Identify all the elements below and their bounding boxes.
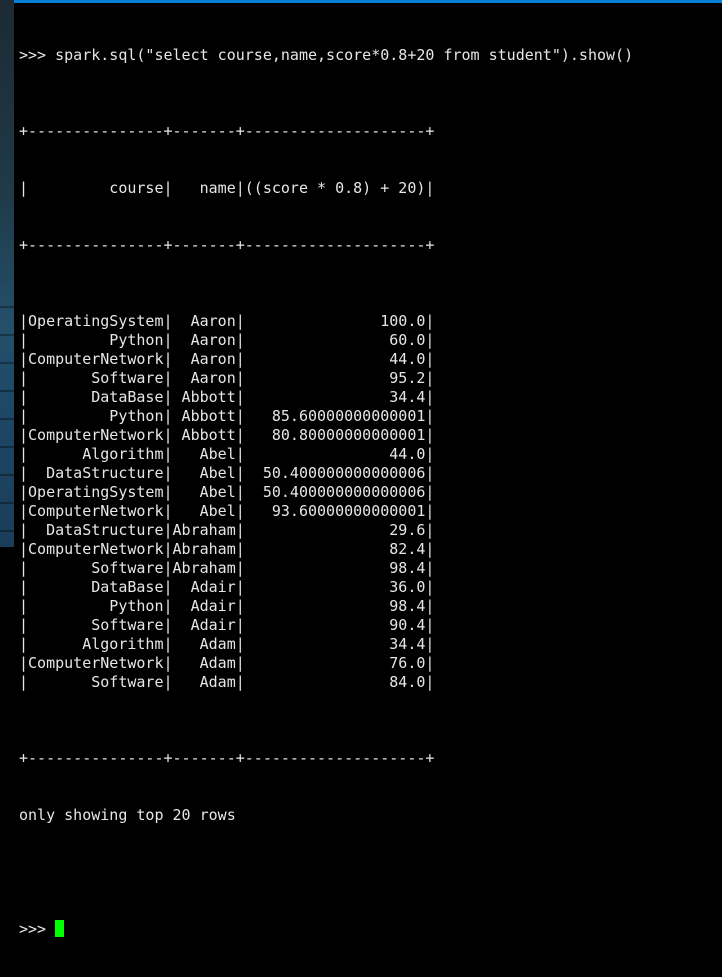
- terminal-window[interactable]: >>> spark.sql("select course,name,score*…: [14, 0, 722, 938]
- window-top-border: [14, 0, 722, 3]
- table-border-top: +---------------+-------+---------------…: [19, 122, 435, 140]
- table-row: | Algorithm| Abel| 44.0|: [19, 445, 435, 463]
- table-row: | Software|Abraham| 98.4|: [19, 559, 435, 577]
- table-row: |OperatingSystem| Aaron| 100.0|: [19, 312, 435, 330]
- terminal-output[interactable]: >>> spark.sql("select course,name,score*…: [19, 8, 719, 977]
- table-row: | Python| Abbott| 85.60000000000001|: [19, 407, 435, 425]
- table-row: | Python| Aaron| 60.0|: [19, 331, 435, 349]
- command-line: >>> spark.sql("select course,name,score*…: [19, 46, 719, 65]
- python-prompt: >>>: [19, 46, 56, 64]
- footer-message: only showing top 20 rows: [19, 806, 236, 824]
- table-header-row: | course| name|((score * 0.8) + 20)|: [19, 179, 435, 197]
- table-row: | Algorithm| Adam| 34.4|: [19, 635, 435, 653]
- table-row: |ComputerNetwork| Abel| 93.6000000000000…: [19, 502, 435, 520]
- table-row: | DataStructure|Abraham| 29.6|: [19, 521, 435, 539]
- table-row: | Software| Adair| 90.4|: [19, 616, 435, 634]
- table-row: |ComputerNetwork| Aaron| 44.0|: [19, 350, 435, 368]
- table-row: |OperatingSystem| Abel| 50.4000000000000…: [19, 483, 435, 501]
- python-prompt: >>>: [19, 920, 56, 938]
- table-row: | Software| Adam| 84.0|: [19, 673, 435, 691]
- table-row: |ComputerNetwork| Adam| 76.0|: [19, 654, 435, 672]
- table-row: | DataStructure| Abel| 50.40000000000000…: [19, 464, 435, 482]
- command-text: spark.sql("select course,name,score*0.8+…: [55, 46, 634, 64]
- table-row: |ComputerNetwork|Abraham| 82.4|: [19, 540, 435, 558]
- table-body: |OperatingSystem| Aaron| 100.0| | Python|…: [19, 312, 719, 692]
- input-line[interactable]: >>>: [19, 920, 719, 939]
- table-row: |ComputerNetwork| Abbott| 80.80000000000…: [19, 426, 435, 444]
- desktop-background: [0, 0, 14, 547]
- table-border-header: +---------------+-------+---------------…: [19, 236, 435, 254]
- table-row: | Software| Aaron| 95.2|: [19, 369, 435, 387]
- table-border-bottom: +---------------+-------+---------------…: [19, 749, 435, 767]
- table-row: | DataBase| Adair| 36.0|: [19, 578, 435, 596]
- table-row: | DataBase| Abbott| 34.4|: [19, 388, 435, 406]
- text-cursor: [55, 920, 65, 937]
- table-row: | Python| Adair| 98.4|: [19, 597, 435, 615]
